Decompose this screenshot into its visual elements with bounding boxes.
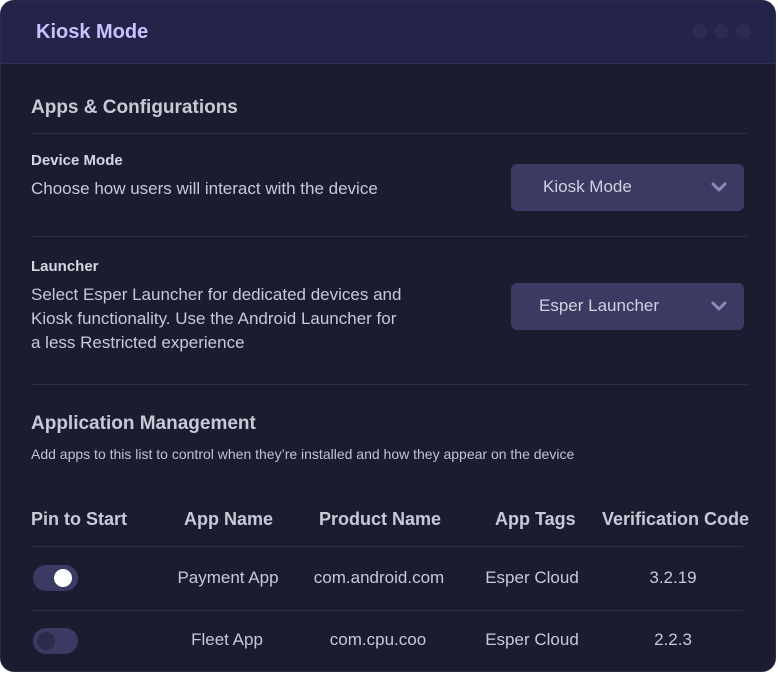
apps-config-heading: Apps & Configurations: [31, 97, 238, 118]
pin-to-start-toggle[interactable]: [33, 565, 78, 591]
window-control-dot[interactable]: [714, 24, 729, 39]
app-name-cell: Payment App: [177, 568, 279, 587]
window-title: Kiosk Mode: [36, 21, 149, 43]
window-controls: [692, 24, 751, 39]
launcher-label: Launcher: [31, 258, 99, 275]
launcher-selected-value: Esper Launcher: [539, 296, 660, 315]
toggle-knob: [37, 632, 55, 650]
product-name-cell: com.android.com: [313, 568, 445, 587]
product-name-cell: com.cpu.coo: [329, 630, 427, 649]
window-control-dot[interactable]: [692, 24, 707, 39]
launcher-description: Select Esper Launcher for dedicated devi…: [31, 283, 401, 355]
kiosk-mode-window: Kiosk Mode Apps & Configurations Device …: [0, 0, 776, 672]
column-header-verification-code: Verification Code: [602, 509, 750, 529]
column-header-product-name: Product Name: [319, 509, 442, 529]
verification-code-cell: 2.2.3: [654, 630, 692, 649]
launcher-select[interactable]: Esper Launcher: [511, 283, 744, 330]
device-mode-description: Choose how users will interact with the …: [31, 179, 378, 198]
divider: [31, 133, 747, 134]
app-tags-cell: Esper Cloud: [485, 630, 579, 649]
chevron-down-icon: [711, 182, 727, 192]
device-mode-select[interactable]: Kiosk Mode: [511, 164, 744, 211]
app-tags-cell: Esper Cloud: [485, 568, 579, 587]
device-mode-selected-value: Kiosk Mode: [543, 177, 632, 196]
column-header-app-tags: App Tags: [495, 509, 576, 529]
app-management-heading: Application Management: [31, 413, 256, 434]
divider: [31, 610, 743, 611]
app-management-description: Add apps to this list to control when th…: [31, 446, 575, 462]
launcher-description-line: a less Restricted experience: [31, 333, 245, 352]
chevron-down-icon: [711, 301, 727, 311]
device-mode-label: Device Mode: [31, 152, 123, 169]
divider: [31, 384, 747, 385]
column-header-pin-to-start: Pin to Start: [31, 509, 128, 529]
column-header-app-name: App Name: [184, 509, 274, 529]
title-bar: Kiosk Mode: [1, 1, 775, 64]
launcher-description-line: Select Esper Launcher for dedicated devi…: [31, 285, 402, 304]
divider: [31, 236, 747, 237]
window-control-dot[interactable]: [736, 24, 751, 39]
app-name-cell: Fleet App: [191, 630, 263, 649]
launcher-description-line: Kiosk functionality. Use the Android Lau…: [31, 309, 397, 328]
verification-code-cell: 3.2.19: [649, 568, 697, 587]
pin-to-start-toggle[interactable]: [33, 628, 78, 654]
divider: [31, 546, 743, 547]
toggle-knob: [54, 569, 72, 587]
